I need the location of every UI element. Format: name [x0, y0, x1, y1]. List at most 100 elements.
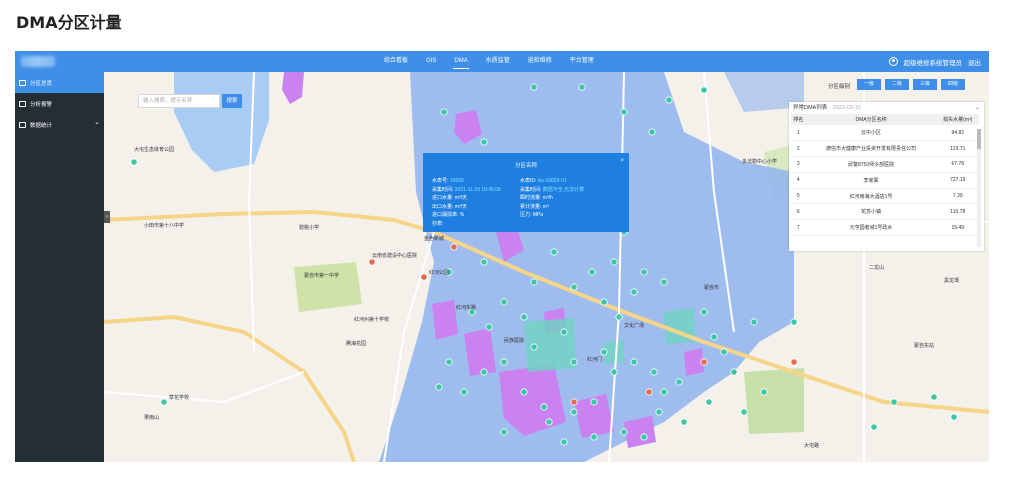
sidebar-item[interactable]: 分析报警 — [15, 93, 104, 114]
meter-marker[interactable] — [500, 428, 508, 436]
nav-tab[interactable]: 巡检维修 — [519, 51, 561, 72]
table-row[interactable]: 5 红河南海大酒店1号 7.39 — [791, 188, 979, 205]
meter-marker[interactable] — [600, 298, 608, 306]
zone-level-button[interactable]: 二级 — [885, 79, 909, 90]
meter-marker[interactable] — [500, 298, 508, 306]
meter-marker[interactable] — [630, 358, 638, 366]
meter-marker[interactable] — [570, 283, 578, 291]
meter-marker[interactable] — [560, 438, 568, 446]
meter-marker[interactable] — [950, 413, 958, 421]
meter-marker[interactable] — [540, 403, 548, 411]
meter-marker[interactable] — [615, 313, 623, 321]
meter-marker[interactable] — [480, 138, 488, 146]
sidebar-collapse-button[interactable]: ‹ — [104, 211, 110, 223]
alarm-marker[interactable] — [420, 273, 428, 281]
meter-marker[interactable] — [760, 388, 768, 396]
meter-marker[interactable] — [160, 398, 168, 406]
meter-marker[interactable] — [680, 418, 688, 426]
meter-marker[interactable] — [570, 408, 578, 416]
alarm-marker[interactable] — [700, 358, 708, 366]
nav-tab[interactable]: GIS — [417, 51, 445, 72]
meter-marker[interactable] — [560, 328, 568, 336]
meter-marker[interactable] — [480, 368, 488, 376]
table-row[interactable]: 2 德信市大健康产业投资开发有限责任公司 123.71 — [791, 140, 979, 158]
meter-marker[interactable] — [790, 318, 798, 326]
meter-marker[interactable] — [660, 388, 668, 396]
meter-marker[interactable] — [720, 348, 728, 356]
zone-level-button[interactable]: 三级 — [913, 79, 937, 90]
meter-marker[interactable] — [530, 83, 538, 91]
meter-marker[interactable] — [620, 428, 628, 436]
meter-marker[interactable] — [650, 368, 658, 376]
meter-marker[interactable] — [545, 418, 553, 426]
meter-marker[interactable] — [440, 108, 448, 116]
meter-marker[interactable] — [700, 86, 708, 94]
meter-marker[interactable] — [930, 393, 938, 401]
meter-marker[interactable] — [520, 388, 528, 396]
meter-marker[interactable] — [700, 308, 708, 316]
scroll-thumb[interactable] — [977, 129, 981, 149]
meter-marker[interactable] — [730, 368, 738, 376]
meter-marker[interactable] — [588, 268, 596, 276]
panel-date-picker[interactable]: 2022-03-15 — [833, 105, 861, 111]
nav-tab[interactable]: DMA — [445, 51, 476, 72]
meter-marker[interactable] — [570, 358, 578, 366]
sidebar-item[interactable]: 分区总览 — [15, 72, 104, 93]
meter-marker[interactable] — [890, 398, 898, 406]
meter-marker[interactable] — [630, 288, 638, 296]
zone-level-button[interactable]: 四级 — [941, 79, 965, 90]
meter-marker[interactable] — [445, 358, 453, 366]
meter-marker[interactable] — [705, 398, 713, 406]
meter-marker[interactable] — [610, 368, 618, 376]
meter-marker[interactable] — [640, 433, 648, 441]
alarm-marker[interactable] — [645, 388, 653, 396]
meter-marker[interactable] — [710, 333, 718, 341]
meter-marker[interactable] — [578, 83, 586, 91]
meter-marker[interactable] — [530, 343, 538, 351]
meter-marker[interactable] — [620, 108, 628, 116]
meter-marker[interactable] — [750, 318, 758, 326]
user-icon[interactable] — [888, 57, 898, 66]
meter-marker[interactable] — [675, 378, 683, 386]
meter-marker[interactable] — [665, 96, 673, 104]
meter-marker[interactable] — [740, 408, 748, 416]
meter-marker[interactable] — [485, 323, 493, 331]
alarm-marker[interactable] — [450, 243, 458, 251]
meter-marker[interactable] — [130, 158, 138, 166]
alarm-marker[interactable] — [570, 398, 578, 406]
meter-marker[interactable] — [480, 258, 488, 266]
scrollbar[interactable] — [977, 129, 981, 247]
search-button[interactable]: 搜索 — [222, 94, 242, 108]
chevron-down-icon[interactable]: ⌄ — [975, 102, 980, 114]
meter-marker[interactable] — [640, 268, 648, 276]
alarm-marker[interactable] — [790, 358, 798, 366]
table-row[interactable]: 3 武警8750师令部医院 67.78 — [791, 156, 979, 173]
meter-marker[interactable] — [500, 358, 508, 366]
nav-tab[interactable]: 综合看板 — [375, 51, 417, 72]
nav-tab[interactable]: 平台管理 — [561, 51, 603, 72]
meter-marker[interactable] — [550, 248, 558, 256]
close-icon[interactable]: × — [620, 158, 624, 164]
meter-marker[interactable] — [520, 313, 528, 321]
meter-marker[interactable] — [590, 398, 598, 406]
meter-marker[interactable] — [600, 348, 608, 356]
zone-level-button[interactable]: 一级 — [857, 79, 881, 90]
nav-tab[interactable]: 水质监管 — [477, 51, 519, 72]
table-row[interactable]: 7 元亨国者城1号政水 15.49 — [791, 219, 979, 237]
chevron-down-icon[interactable]: ⌄ — [94, 118, 100, 126]
map-view[interactable]: 大屯生态体育公园 小田市第十八中学 碧桃小学 云南省建设中心医院 红河公园 蒙自市第一中学… — [104, 72, 989, 462]
table-row[interactable]: 6 花苏小镇 110.78 — [791, 203, 979, 221]
user-name[interactable]: 超级维修系统管理员 — [904, 57, 963, 67]
meter-marker[interactable] — [530, 278, 538, 286]
meter-marker[interactable] — [655, 408, 663, 416]
table-row[interactable]: 4 李家寨 727.19 — [791, 172, 979, 189]
meter-marker[interactable] — [660, 278, 668, 286]
search-input[interactable]: 输入搜索，提示名称 — [138, 94, 220, 108]
meter-marker[interactable] — [460, 388, 468, 396]
alarm-marker[interactable] — [368, 258, 376, 266]
sidebar-item[interactable]: 数据统计 ⌄ — [15, 114, 104, 135]
meter-marker[interactable] — [648, 128, 656, 136]
table-row[interactable]: 1 云中小区 94.82 — [791, 125, 979, 142]
meter-marker[interactable] — [610, 258, 618, 266]
meter-marker[interactable] — [870, 423, 878, 431]
